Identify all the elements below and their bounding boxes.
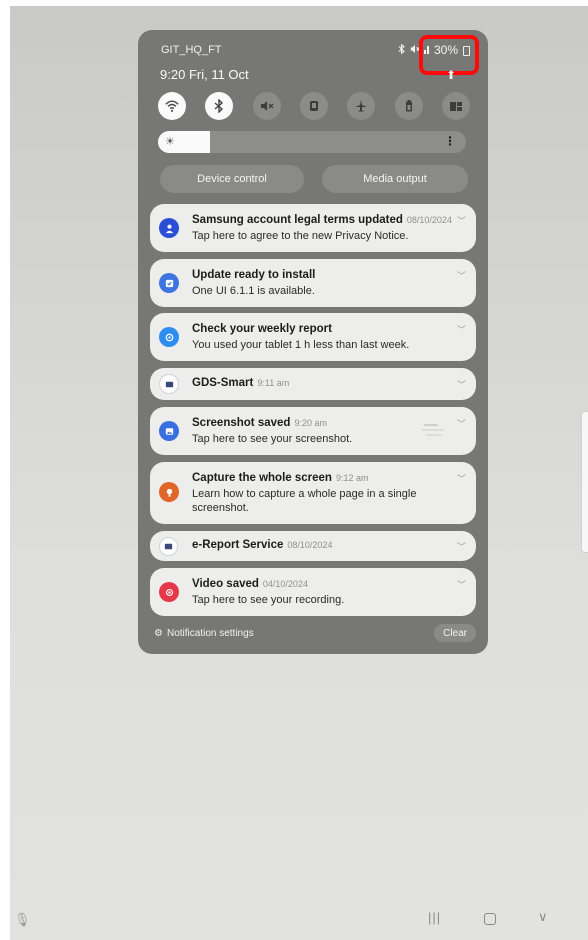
clock-row: 9:20 Fri, 11 Oct xyxy=(160,67,249,82)
clock-time: 9:20 xyxy=(160,67,186,82)
chevron-down-icon[interactable]: ﹀ xyxy=(457,378,466,391)
screen-recorder-icon xyxy=(159,582,179,602)
chevron-down-icon[interactable]: ﹀ xyxy=(457,472,466,485)
notification-body: One UI 6.1.1 is available. xyxy=(192,285,315,297)
notification-title: Screenshot saved 9:20 am xyxy=(192,417,327,429)
airplane-mode-icon[interactable] xyxy=(347,92,376,120)
notification-title: Video saved 04/10/2024 xyxy=(192,578,308,590)
gear-icon: ⚙ xyxy=(154,628,163,639)
notification-title: Samsung account legal terms updated 08/10… xyxy=(192,214,452,226)
notification-card[interactable]: GDS-Smart 9:11 am ﹀ xyxy=(150,368,476,400)
ereport-icon xyxy=(159,537,178,556)
brightness-icon: ☀ xyxy=(165,136,175,148)
notification-panel: GIT_HQ_FT 30% 9:20 Fri, 11 Oct ⬆ ☀ ⋮ Dev… xyxy=(138,30,488,654)
notification-title: Update ready to install xyxy=(192,269,316,281)
chevron-down-icon[interactable]: ﹀ xyxy=(457,269,466,282)
digital-wellbeing-icon xyxy=(159,327,179,347)
chevron-down-icon[interactable]: ﹀ xyxy=(457,540,466,553)
chevron-down-icon[interactable]: ﹀ xyxy=(457,214,466,227)
chevron-down-icon[interactable]: ﹀ xyxy=(457,417,466,430)
notification-card[interactable]: Capture the whole screen 9:12 am Learn ho… xyxy=(150,462,476,524)
gds-smart-icon xyxy=(159,374,179,394)
more-options-icon[interactable]: ⋮ xyxy=(444,134,456,148)
notification-settings-label: Notification settings xyxy=(166,628,254,639)
notification-card[interactable]: Screenshot saved 9:20 am Tap here to see … xyxy=(150,407,476,455)
status-bar: GIT_HQ_FT 30% xyxy=(138,35,488,75)
notification-time: 08/10/2024 xyxy=(406,215,452,225)
notification-card[interactable]: Samsung account legal terms updated 08/10… xyxy=(150,204,476,252)
screen: GIT_HQ_FT 30% 9:20 Fri, 11 Oct ⬆ ☀ ⋮ Dev… xyxy=(10,6,588,940)
network-name: GIT_HQ_FT xyxy=(161,44,222,56)
multi-window-icon[interactable] xyxy=(441,92,470,120)
device-control-button[interactable]: Device control xyxy=(160,165,304,193)
notification-card[interactable]: Video saved 04/10/2024 Tap here to see yo… xyxy=(150,568,476,616)
notification-title: GDS-Smart 9:11 am xyxy=(192,377,290,389)
notification-card[interactable]: e-Report Service 08/10/2024 ﹀ xyxy=(150,531,476,561)
collapse-arrow-icon[interactable]: ⬆ xyxy=(446,68,456,82)
navigation-bar: 🎙 ||| ∨ xyxy=(10,900,588,940)
notification-time: 9:11 am xyxy=(257,378,290,388)
notification-body: Learn how to capture a whole page in a s… xyxy=(192,488,417,514)
bluetooth-icon xyxy=(397,43,406,57)
chevron-down-icon[interactable]: ﹀ xyxy=(457,323,466,336)
tips-icon xyxy=(159,482,179,502)
media-output-button[interactable]: Media output xyxy=(322,165,468,193)
wifi-icon[interactable] xyxy=(158,92,186,120)
chevron-down-icon[interactable]: ﹀ xyxy=(457,578,466,591)
bluetooth-icon[interactable] xyxy=(205,92,234,120)
software-update-icon xyxy=(159,273,179,293)
notification-settings-link[interactable]: ⚙ Notification settings xyxy=(154,628,254,639)
notification-body: Tap here to see your recording. xyxy=(192,594,345,606)
quick-settings-row xyxy=(158,92,470,122)
notification-time: 9:20 am xyxy=(294,418,327,428)
notification-time: 9:12 am xyxy=(335,473,369,483)
rotation-lock-icon[interactable] xyxy=(299,92,328,120)
notification-body: Tap here to agree to the new Privacy Not… xyxy=(192,230,409,242)
notification-title: e-Report Service 08/10/2024 xyxy=(192,539,333,551)
recents-icon[interactable]: ||| xyxy=(428,910,441,925)
notification-body: Tap here to see your screenshot. xyxy=(192,433,353,445)
screenshot-thumbnail[interactable] xyxy=(420,419,450,443)
chevron-down-icon[interactable]: ∨ xyxy=(538,909,548,925)
notification-title: Check your weekly report xyxy=(192,323,332,335)
clock-date: Fri, 11 Oct xyxy=(188,67,249,82)
notification-time: 08/10/2024 xyxy=(287,540,333,550)
notification-body: You used your tablet 1 h less than last … xyxy=(192,339,410,351)
power-saving-icon[interactable] xyxy=(394,92,423,120)
edge-panel-handle[interactable] xyxy=(581,411,588,553)
brightness-slider[interactable]: ☀ ⋮ xyxy=(158,131,466,153)
notification-card[interactable]: Update ready to install One UI 6.1.1 is … xyxy=(150,259,476,307)
microphone-icon[interactable]: 🎙 xyxy=(14,912,31,928)
home-icon[interactable] xyxy=(484,913,496,925)
sound-off-icon[interactable] xyxy=(252,92,281,120)
samsung-account-icon xyxy=(159,218,179,238)
notification-title: Capture the whole screen 9:12 am xyxy=(192,472,369,484)
notification-card[interactable]: Check your weekly report You used your t… xyxy=(150,313,476,361)
clear-button[interactable]: Clear xyxy=(434,624,476,642)
gallery-icon xyxy=(159,421,179,441)
notification-time: 04/10/2024 xyxy=(262,579,308,589)
